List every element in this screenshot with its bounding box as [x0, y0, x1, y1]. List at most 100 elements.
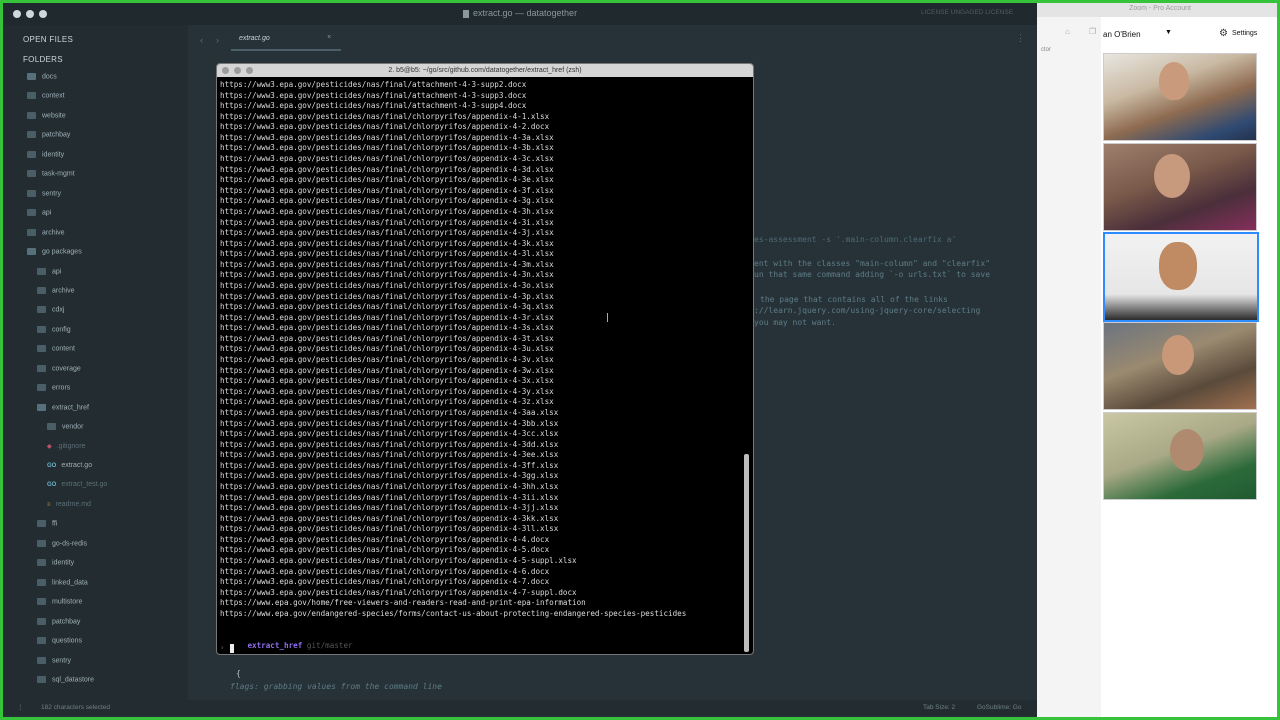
sidebar-item[interactable]: sentry	[27, 189, 61, 197]
terminal-scrollbar[interactable]	[744, 454, 749, 652]
zoom-side-label: ctor	[1041, 47, 1052, 53]
folder-icon	[37, 578, 46, 586]
sidebar-item[interactable]: docs	[27, 73, 57, 80]
terminal-prompt[interactable]: extract_href git/master	[220, 632, 352, 654]
sidebar-item[interactable]: ffi	[37, 520, 57, 528]
terminal-line: https://www3.epa.gov/pesticides/nas/fina…	[220, 481, 559, 491]
go-file-icon: GO	[47, 463, 57, 469]
code-fragment: flags: grabbing values from the command …	[230, 682, 442, 691]
sidebar-item[interactable]: go packages	[27, 248, 82, 255]
folders-heading: FOLDERS	[23, 55, 63, 64]
terminal-line: https://www3.epa.gov/pesticides/nas/fina…	[220, 270, 554, 280]
terminal-minimize-button[interactable]	[234, 67, 241, 74]
tab-close-icon[interactable]: ×	[327, 34, 331, 41]
folder-icon	[27, 189, 36, 197]
sidebar-item[interactable]: identity	[27, 150, 64, 158]
more-icon[interactable]: ⋮	[1016, 33, 1025, 44]
sidebar-item-label: errors	[52, 384, 71, 392]
sidebar-item[interactable]: cdxj	[37, 306, 65, 314]
terminal-close-button[interactable]	[222, 67, 229, 74]
sidebar-item[interactable]: identity	[37, 559, 74, 567]
maximize-window-button[interactable]	[39, 10, 47, 18]
sidebar-item-label: readme.md	[55, 500, 91, 508]
sidebar-item[interactable]: task-mgmt	[27, 170, 75, 178]
sidebar-item[interactable]: coverage	[37, 364, 81, 373]
chevron-down-icon[interactable]: ▼	[1165, 29, 1172, 36]
terminal-line: https://www3.epa.gov/pesticides/nas/fina…	[220, 429, 559, 439]
participant-video-5[interactable]	[1103, 412, 1257, 500]
sidebar-item[interactable]: sentry	[37, 656, 72, 664]
terminal-line: https://www3.epa.gov/pesticides/nas/fina…	[220, 577, 550, 587]
participant-video-1[interactable]	[1103, 53, 1257, 141]
terminal-line: https://www3.epa.gov/pesticides/nas/fina…	[220, 154, 554, 164]
editor-titlebar: extract.go — datatogether LICENSE UNGAGE…	[3, 3, 1037, 25]
sidebar-item[interactable]: archive	[27, 228, 65, 236]
status-syntax[interactable]: GoSublime: Go	[977, 704, 1021, 711]
close-window-button[interactable]	[13, 10, 21, 18]
sidebar-item[interactable]: api	[27, 209, 51, 216]
settings-button[interactable]: Settings	[1232, 30, 1257, 37]
sidebar-item[interactable]: extract_href	[37, 403, 89, 411]
participant-video-2[interactable]	[1103, 143, 1257, 231]
sidebar-item[interactable]: questions	[37, 637, 82, 644]
status-tab-size[interactable]: Tab Size: 2	[923, 704, 955, 711]
sidebar-item-label: extract.go	[61, 462, 93, 469]
folder-icon	[37, 267, 46, 275]
sidebar-item[interactable]: GO extract_test.go	[47, 481, 107, 488]
back-arrow-icon[interactable]: ‹	[200, 35, 203, 45]
terminal-line: https://www3.epa.gov/pesticides/nas/fina…	[220, 228, 554, 238]
sidebar-item[interactable]: patchbay	[37, 617, 81, 625]
terminal-line: https://www3.epa.gov/pesticides/nas/fina…	[220, 143, 554, 153]
sidebar-item[interactable]: archive	[37, 286, 75, 295]
sidebar-item[interactable]: content	[37, 345, 75, 353]
terminal-line: https://www3.epa.gov/pesticides/nas/fina…	[220, 196, 554, 206]
sidebar-item[interactable]: patchbay	[27, 131, 70, 139]
sidebar-item-label: linked_data	[52, 579, 88, 587]
terminal-line: https://www3.epa.gov/pesticides/nas/fina…	[220, 556, 577, 566]
sidebar-item[interactable]: vendor	[47, 423, 83, 430]
sidebar-item[interactable]: api	[37, 267, 61, 275]
participant-video-4[interactable]	[1103, 322, 1257, 410]
terminal-zoom-button[interactable]	[246, 67, 253, 74]
terminal-line: https://www3.epa.gov/pesticides/nas/fina…	[220, 450, 559, 460]
terminal-line: https://www3.epa.gov/pesticides/nas/fina…	[220, 407, 559, 417]
sidebar-item[interactable]: multistore	[37, 598, 82, 605]
terminal-cursor	[230, 644, 234, 653]
sidebar-item[interactable]: sql_datastore	[37, 675, 94, 683]
sidebar-item[interactable]: config	[37, 325, 71, 333]
go-file-icon: GO	[47, 482, 57, 489]
tab-label: extract.go	[239, 35, 270, 42]
sidebar-item-label: patchbay	[52, 617, 81, 625]
forward-arrow-icon[interactable]: ›	[216, 35, 219, 45]
terminal-line: https://www3.epa.gov/pesticides/nas/fina…	[220, 101, 527, 111]
code-fragment: ent with the classes "main-column" and "…	[754, 259, 991, 268]
folder-icon	[27, 170, 36, 178]
sidebar-item-label: api	[42, 209, 52, 217]
terminal-line: https://www3.epa.gov/pesticides/nas/fina…	[220, 386, 554, 396]
participant-video-3[interactable]	[1103, 232, 1259, 322]
sidebar-item[interactable]: website	[27, 111, 66, 119]
sidebar-item-label: cdxj	[52, 306, 65, 314]
sidebar-item-label: coverage	[52, 365, 81, 373]
tab-extract-go[interactable]: extract.go ×	[231, 29, 341, 51]
sidebar-item[interactable]: go-ds-redis	[37, 539, 87, 547]
sidebar-item[interactable]: GO extract.go	[47, 462, 92, 469]
sidebar-item[interactable]: ≡ readme.md	[47, 501, 91, 508]
code-fragment: ://learn.jquery.com/using-jquery-core/se…	[754, 306, 981, 315]
folder-icon	[37, 384, 46, 392]
gear-icon[interactable]: ⚙	[1219, 28, 1228, 39]
terminal-title: 2. b5@b5: ~/go/src/github.com/datatogeth…	[388, 67, 582, 74]
folder-icon	[37, 598, 46, 606]
terminal-line: https://www3.epa.gov/pesticides/nas/fina…	[220, 471, 559, 481]
sidebar-item[interactable]: errors	[37, 384, 71, 392]
sidebar-item[interactable]: linked_data	[37, 578, 88, 587]
sidebar-item-label: sentry	[52, 656, 72, 664]
minimize-window-button[interactable]	[26, 10, 34, 18]
zoom-title: Zoom - Pro Account	[1129, 5, 1191, 12]
sidebar-item-label: archive	[52, 287, 75, 295]
sidebar-item[interactable]: context	[27, 92, 65, 100]
folder-icon	[37, 539, 46, 547]
sidebar-item[interactable]: ◆ .gitignore	[47, 443, 85, 450]
terminal-line: https://www3.epa.gov/pesticides/nas/fina…	[220, 323, 554, 333]
folder-icon	[37, 345, 46, 353]
